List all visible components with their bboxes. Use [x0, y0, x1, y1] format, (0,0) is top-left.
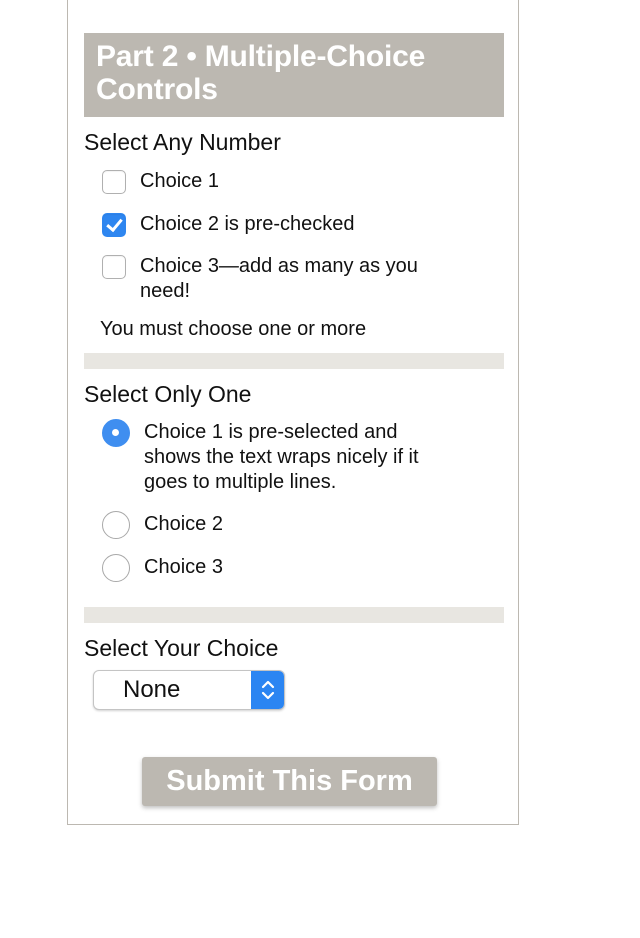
section-divider — [84, 353, 504, 369]
radio-option-1[interactable]: Choice 1 is pre-selected and shows the t… — [102, 419, 462, 495]
submit-button[interactable]: Submit This Form — [142, 757, 437, 806]
radio-option-label: Choice 1 is pre-selected and shows the t… — [144, 421, 419, 493]
chevron-up-down-icon[interactable] — [251, 671, 284, 709]
checkbox-3[interactable] — [102, 255, 126, 279]
select-current-value: None — [123, 676, 181, 703]
checkbox-option-label: Choice 1 — [140, 170, 219, 192]
checkbox-help-text: You must choose one or more — [100, 318, 367, 340]
radio-option-3[interactable]: Choice 3 — [102, 554, 462, 582]
radio-option-2[interactable]: Choice 2 — [102, 511, 462, 539]
checkbox-group-legend: Select Any Number — [84, 129, 281, 155]
radio-1-selected[interactable] — [102, 419, 130, 447]
checkbox-option-2[interactable]: Choice 2 is pre-checked — [102, 211, 462, 237]
radio-option-label: Choice 2 — [144, 513, 223, 535]
select-group-legend: Select Your Choice — [84, 635, 279, 661]
section-header: Part 2 • Multiple-Choice Controls — [84, 33, 504, 117]
checkbox-option-label: Choice 2 is pre-checked — [140, 213, 355, 235]
checkbox-1[interactable] — [102, 170, 126, 194]
radio-2[interactable] — [102, 511, 130, 539]
checkbox-option-1[interactable]: Choice 1 — [102, 168, 462, 194]
choice-select[interactable]: None — [93, 670, 285, 710]
section-title: Part 2 • Multiple-Choice Controls — [96, 40, 426, 106]
checkbox-2-checked[interactable] — [102, 213, 126, 237]
section-divider — [84, 607, 504, 623]
radio-option-label: Choice 3 — [144, 556, 223, 578]
checkbox-option-3[interactable]: Choice 3—add as many as you need! — [102, 253, 462, 304]
checkbox-option-label: Choice 3—add as many as you need! — [140, 255, 418, 302]
radio-group-legend: Select Only One — [84, 381, 252, 407]
radio-3[interactable] — [102, 554, 130, 582]
